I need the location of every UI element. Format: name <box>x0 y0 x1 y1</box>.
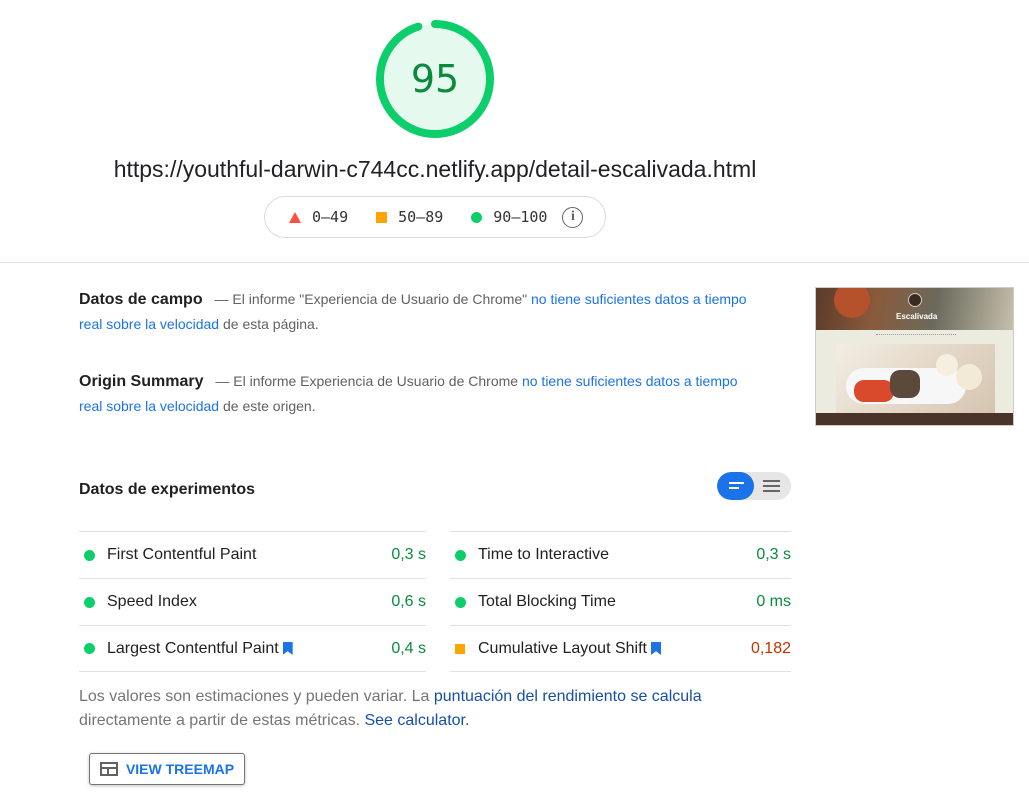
legend-label: 90–100 <box>493 208 548 226</box>
origin-summary-section: Origin Summary — El informe Experiencia … <box>79 369 759 419</box>
see-calculator-link[interactable]: See calculator. <box>364 712 469 729</box>
metric-name: Total Blocking Time <box>478 593 616 610</box>
thumbnail-pepper <box>854 380 894 402</box>
origin-summary-title: Origin Summary <box>79 373 204 390</box>
metric-name: Time to Interactive <box>478 546 610 563</box>
metrics-column-right: Time to Interactive 0,3 s Total Blocking… <box>450 531 791 672</box>
metric-total-blocking-time: Total Blocking Time 0 ms <box>450 578 791 625</box>
thumbnail-logo <box>908 293 922 307</box>
pass-circle-icon <box>83 596 95 608</box>
note-text: directamente a partir de estas métricas. <box>79 712 361 729</box>
metric-value: 0,6 s <box>391 593 426 610</box>
audited-url: https://youthful-darwin-c744cc.netlify.a… <box>113 156 757 182</box>
origin-summary-text: — El informe Experiencia de Usuario de C… <box>215 373 519 389</box>
metric-name: Largest Contentful Paint <box>107 639 279 657</box>
thumbnail-eggplant <box>890 370 920 398</box>
metric-first-contentful-paint: First Contentful Paint 0,3 s <box>79 531 426 578</box>
page-screenshot-thumbnail[interactable]: Escalivada <box>815 287 1014 426</box>
metric-largest-contentful-paint: Largest Contentful Paint 0,4 s <box>79 625 426 672</box>
experiments-title: Datos de experimentos <box>79 481 256 498</box>
metric-value: 0,3 s <box>756 546 791 563</box>
performance-score-gauge: 95 <box>374 18 496 140</box>
legend-item-fail: 0–49 <box>289 208 348 226</box>
thumbnail-footer <box>816 413 1013 425</box>
metric-cumulative-layout-shift: Cumulative Layout Shift 0,182 <box>450 625 791 672</box>
thumbnail-onion <box>936 354 958 376</box>
metric-name: Cumulative Layout Shift <box>478 639 647 657</box>
bookmark-icon[interactable] <box>282 642 293 655</box>
metric-name: First Contentful Paint <box>107 546 257 563</box>
legend-item-average: 50–89 <box>376 208 443 226</box>
metric-value: 0,3 s <box>391 546 426 563</box>
thumbnail-title: Escalivada <box>896 312 938 321</box>
info-icon[interactable]: i <box>562 206 584 228</box>
triangle-icon <box>289 211 301 223</box>
metric-value: 0 ms <box>756 593 791 610</box>
legend-label: 50–89 <box>398 208 444 226</box>
metrics-view-toggle[interactable] <box>717 472 791 500</box>
average-square-icon <box>455 643 465 654</box>
field-data-section: Datos de campo — El informe "Experiencia… <box>79 287 759 337</box>
legend-item-pass: 90–100 <box>471 208 547 226</box>
thumbnail-onion <box>956 364 982 390</box>
note-text: Los valores son estimaciones y pueden va… <box>79 688 430 705</box>
pass-circle-icon <box>454 596 466 608</box>
metric-value: 0,182 <box>750 639 791 657</box>
view-treemap-label: VIEW TREEMAP <box>125 761 235 777</box>
bookmark-icon[interactable] <box>650 642 661 655</box>
pass-circle-icon <box>83 549 95 561</box>
metric-name: Speed Index <box>107 593 197 610</box>
metric-time-to-interactive: Time to Interactive 0,3 s <box>450 531 791 578</box>
score-legend: 0–49 50–89 90–100 i <box>264 196 606 238</box>
section-divider <box>0 262 1029 263</box>
toggle-detail-view[interactable] <box>754 472 791 500</box>
estimates-note: Los valores son estimaciones y pueden va… <box>79 685 759 733</box>
metrics-column-left: First Contentful Paint 0,3 s Speed Index… <box>79 531 426 672</box>
circle-icon <box>471 211 483 223</box>
field-data-text-after: de esta página. <box>222 316 319 332</box>
pass-circle-icon <box>83 643 95 654</box>
field-data-title: Datos de campo <box>79 291 203 308</box>
thumbnail-nav <box>876 334 956 337</box>
field-data-text: — El informe "Experiencia de Usuario de … <box>214 291 528 307</box>
origin-summary-text-after: de este origen. <box>222 398 316 414</box>
view-treemap-button[interactable]: VIEW TREEMAP <box>89 753 245 785</box>
metric-value: 0,4 s <box>391 639 426 657</box>
performance-score: 95 <box>410 57 460 101</box>
toggle-summary-view[interactable] <box>717 472 754 500</box>
score-calculation-link[interactable]: puntuación del rendimiento se calcula <box>434 688 702 705</box>
treemap-icon <box>99 762 118 776</box>
square-icon <box>376 211 388 223</box>
legend-label: 0–49 <box>312 208 349 226</box>
metric-speed-index: Speed Index 0,6 s <box>79 578 426 625</box>
pass-circle-icon <box>454 549 466 561</box>
